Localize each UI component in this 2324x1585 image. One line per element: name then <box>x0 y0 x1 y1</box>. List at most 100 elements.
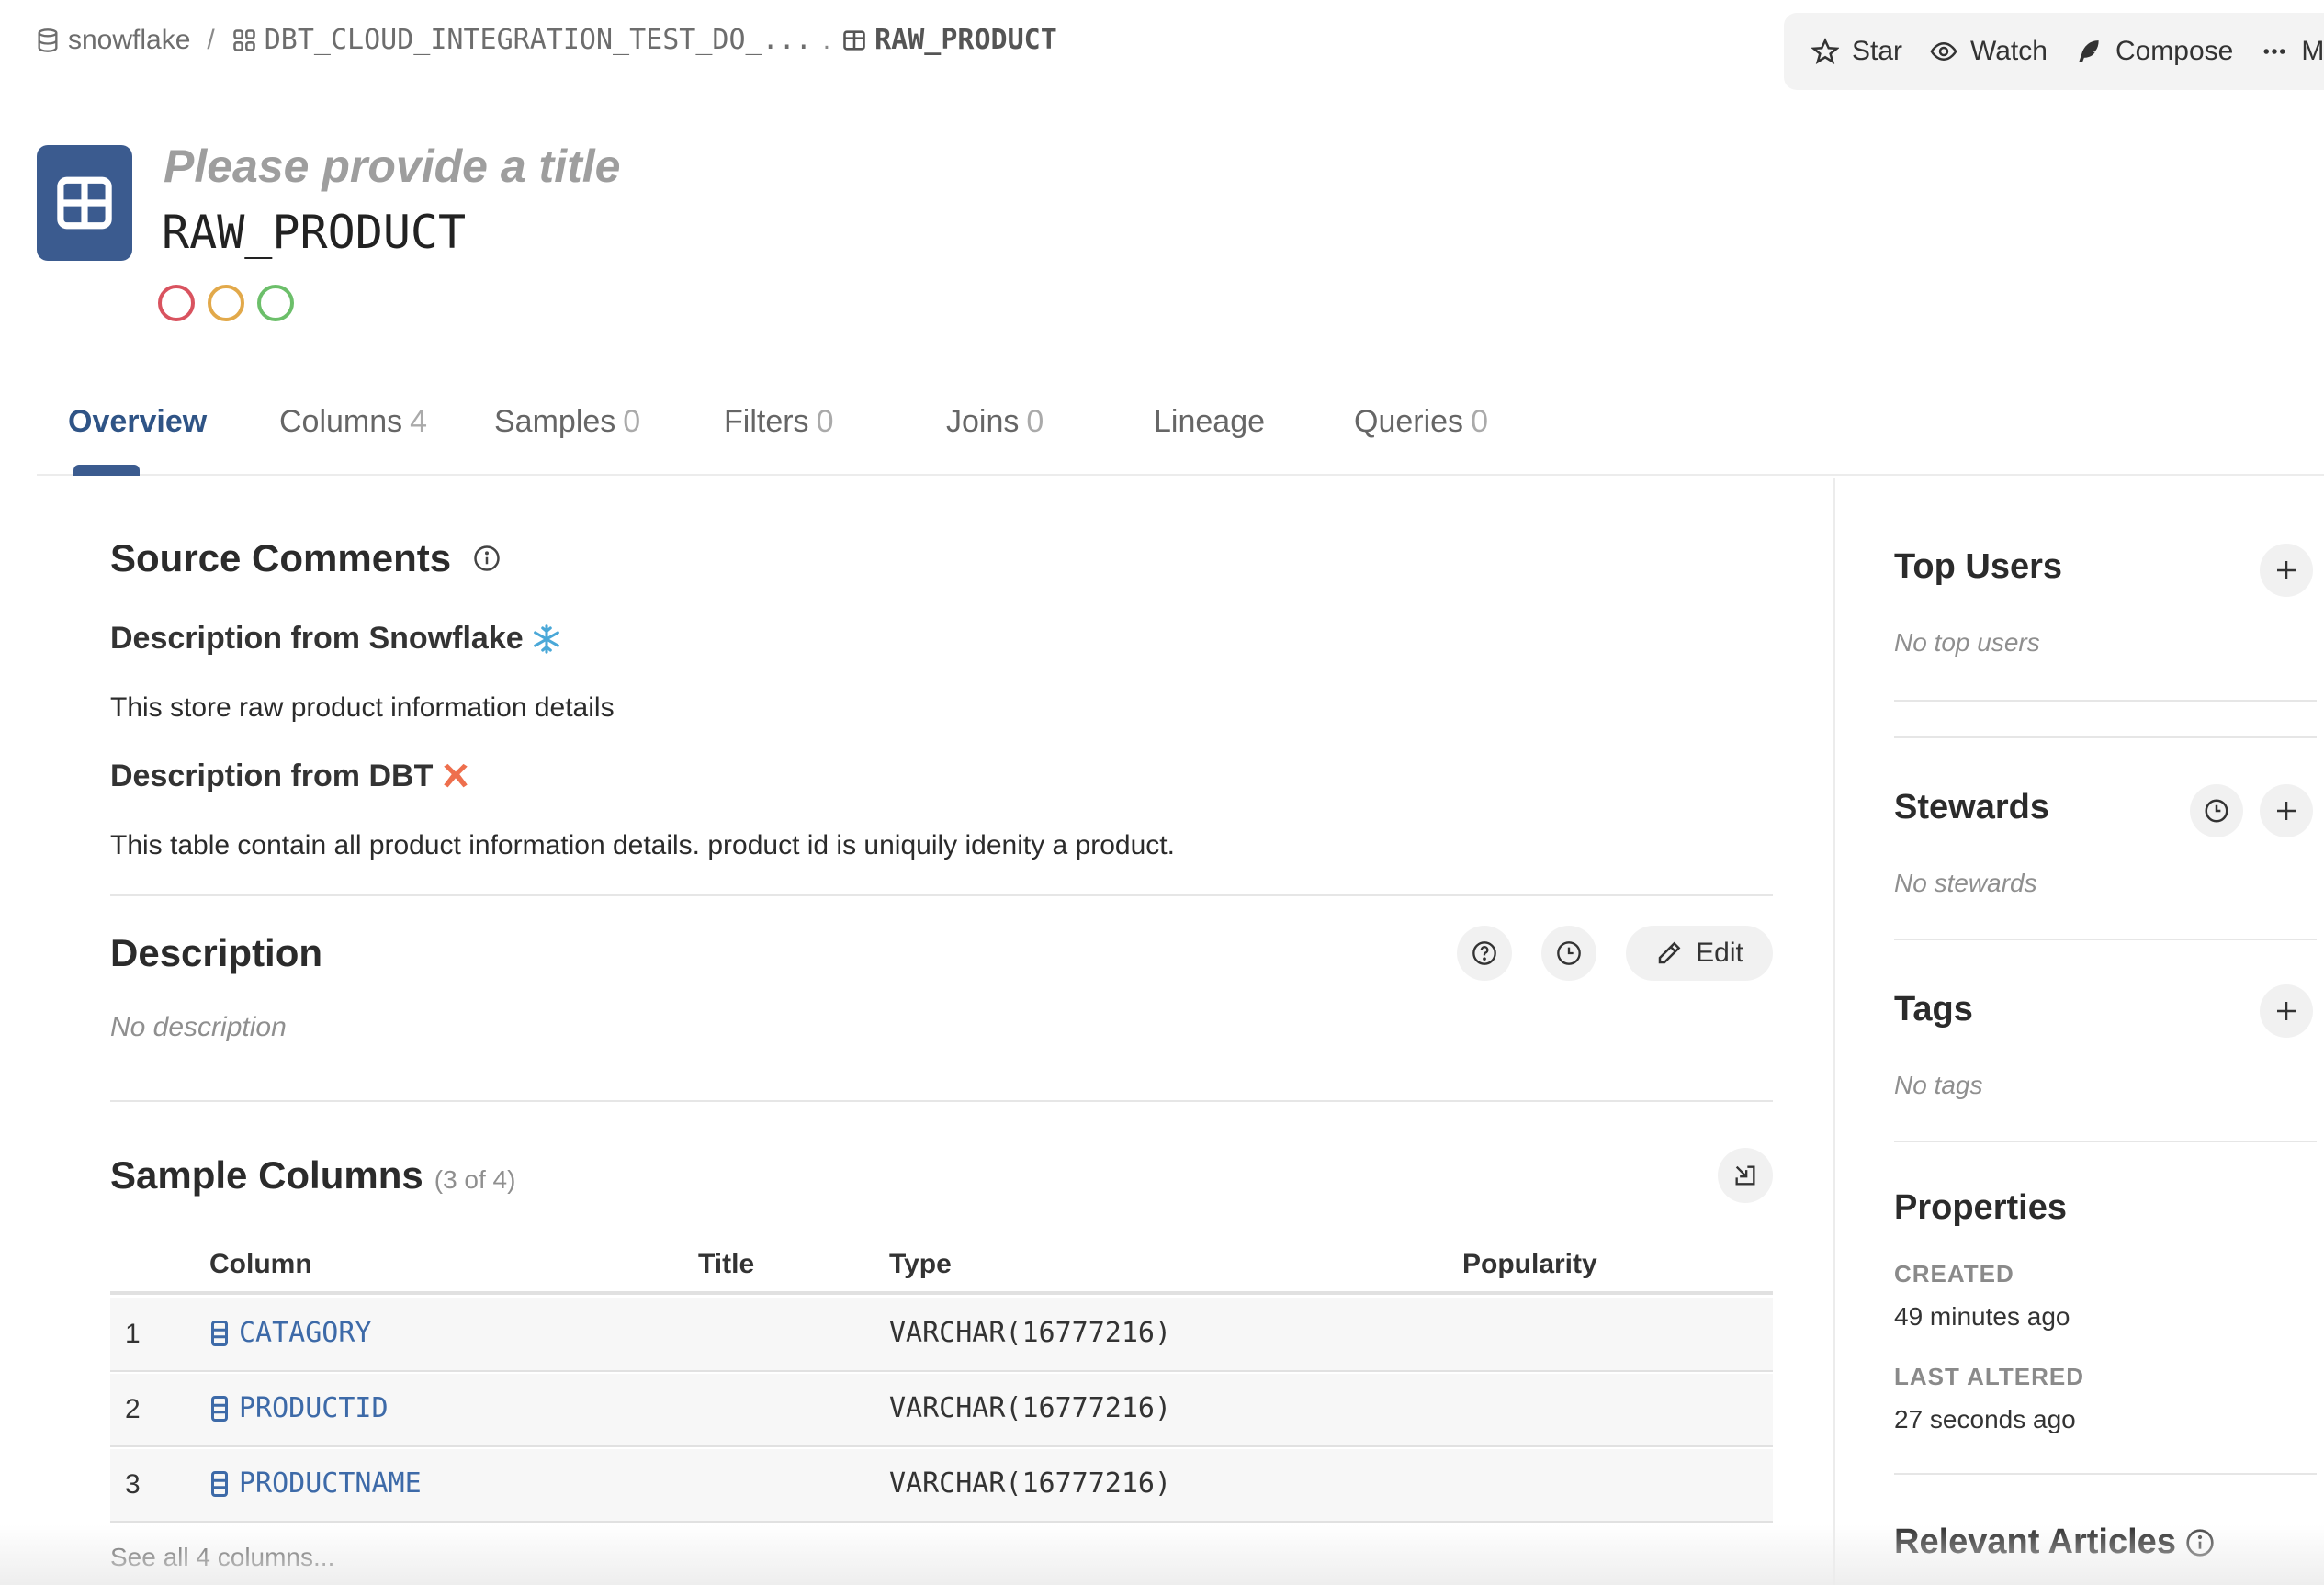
column-header-type[interactable]: Type <box>889 1249 952 1280</box>
right-sidebar: Top Users No top users Stewards No stewa… <box>1833 478 2324 1585</box>
tab-lineage-label: Lineage <box>1154 404 1266 439</box>
column-header-popularity[interactable]: Popularity <box>1462 1249 1597 1280</box>
dbt-heading-label: Description from DBT <box>110 759 434 793</box>
column-link[interactable]: PRODUCTID <box>209 1392 389 1424</box>
see-all-columns-link[interactable]: See all 4 columns... <box>110 1543 334 1572</box>
clock-icon <box>2205 799 2228 823</box>
tab-lineage[interactable]: Lineage <box>1154 404 1265 440</box>
snowflake-icon <box>533 624 559 654</box>
column-link[interactable]: PRODUCTNAME <box>209 1467 422 1500</box>
plus-icon <box>2277 802 2296 820</box>
description-empty: No description <box>110 1012 287 1042</box>
info-icon[interactable] <box>2185 1528 2215 1557</box>
tab-filters[interactable]: Filters 0 <box>724 404 833 440</box>
help-icon <box>1472 941 1496 965</box>
column-header-column[interactable]: Column <box>209 1249 312 1280</box>
created-value: 49 minutes ago <box>1894 1302 2070 1331</box>
top-users-title: Top Users <box>1894 547 2063 586</box>
column-icon <box>211 1320 228 1346</box>
tab-joins[interactable]: Joins 0 <box>946 404 1044 440</box>
edit-label: Edit <box>1696 938 1743 968</box>
column-icon <box>211 1470 228 1497</box>
row-number: 1 <box>125 1319 141 1349</box>
database-icon <box>38 28 58 52</box>
compose-label: Compose <box>2115 36 2234 66</box>
table-icon <box>843 29 865 51</box>
tab-queries[interactable]: Queries 0 <box>1354 404 1488 440</box>
star-button[interactable]: Star <box>1811 36 1902 67</box>
star-label: Star <box>1852 36 1903 66</box>
add-top-user-button[interactable] <box>2260 544 2313 597</box>
divider <box>1894 1473 2317 1475</box>
breadcrumb: snowflake / DBT_CLOUD_INTEGRATION_TEST_D… <box>35 24 1057 56</box>
top-users-empty: No top users <box>1894 628 2040 657</box>
status-dot-red[interactable] <box>158 285 195 321</box>
history-button[interactable] <box>1541 926 1596 981</box>
sample-columns-title: Sample Columns <box>110 1153 423 1197</box>
column-type: VARCHAR(16777216) <box>889 1467 1172 1500</box>
tab-queries-count: 0 <box>1471 404 1488 439</box>
divider <box>1894 736 2317 738</box>
dbt-description-heading: Description from DBT <box>110 759 471 794</box>
compose-button[interactable]: Compose <box>2075 36 2233 67</box>
title-input[interactable]: Please provide a title <box>164 140 620 193</box>
tab-samples[interactable]: Samples 0 <box>494 404 640 440</box>
row-number: 2 <box>125 1394 141 1424</box>
tab-filters-count: 0 <box>816 404 834 439</box>
add-tag-button[interactable] <box>2260 984 2313 1038</box>
snowflake-description-heading: Description from Snowflake <box>110 621 562 657</box>
snowflake-heading-label: Description from Snowflake <box>110 621 524 656</box>
status-dot-green[interactable] <box>257 285 294 321</box>
last-altered-value: 27 seconds ago <box>1894 1405 2076 1433</box>
column-icon <box>211 1395 228 1422</box>
watch-button[interactable]: Watch <box>1930 36 2048 67</box>
column-name: PRODUCTNAME <box>239 1467 422 1500</box>
status-dot-yellow[interactable] <box>208 285 244 321</box>
object-name: RAW_PRODUCT <box>162 206 467 259</box>
tags-empty: No tags <box>1894 1071 1983 1099</box>
stewards-title: Stewards <box>1894 788 2049 826</box>
info-icon[interactable] <box>473 545 501 572</box>
breadcrumb-current: RAW_PRODUCT <box>841 24 1057 56</box>
breadcrumb-schema[interactable]: DBT_CLOUD_INTEGRATION_TEST_DO_... <box>231 24 812 56</box>
table-row: 3 PRODUCTNAME VARCHAR(16777216) <box>110 1449 1773 1523</box>
column-header-title[interactable]: Title <box>698 1249 754 1280</box>
breadcrumb-source[interactable]: snowflake <box>35 25 190 56</box>
column-type: VARCHAR(16777216) <box>889 1392 1172 1424</box>
stewards-history-button[interactable] <box>2190 784 2243 837</box>
tab-overview[interactable]: Overview <box>68 404 207 440</box>
plus-icon <box>2277 561 2296 579</box>
tab-samples-count: 0 <box>623 404 641 439</box>
source-comments-title: Source Comments <box>110 536 452 579</box>
sample-columns-count: (3 of 4) <box>434 1165 516 1194</box>
edit-button[interactable]: Edit <box>1626 926 1773 981</box>
tab-overview-label: Overview <box>68 404 208 439</box>
breadcrumb-schema-label: DBT_CLOUD_INTEGRATION_TEST_DO_... <box>264 24 812 56</box>
expand-columns-button[interactable] <box>1718 1148 1773 1203</box>
divider <box>1894 1141 2317 1142</box>
pencil-icon <box>1658 941 1681 964</box>
stewards-empty: No stewards <box>1894 869 2037 897</box>
relevant-articles-heading: Relevant Articles <box>1894 1523 2215 1562</box>
tab-columns[interactable]: Columns 4 <box>279 404 427 440</box>
divider <box>1894 939 2317 940</box>
eye-icon <box>1930 41 1957 62</box>
watch-label: Watch <box>1970 36 2048 66</box>
last-altered-label: LAST ALTERED <box>1894 1363 2084 1390</box>
tab-filters-label: Filters <box>724 404 809 439</box>
dbt-icon <box>444 763 468 787</box>
column-type: VARCHAR(16777216) <box>889 1317 1172 1349</box>
plus-icon <box>2277 1002 2296 1020</box>
table-row: 1 CATAGORY VARCHAR(16777216) <box>110 1298 1773 1372</box>
more-button[interactable]: Mo <box>2261 36 2324 67</box>
table-header: Column Title Type Popularity <box>110 1240 1773 1295</box>
properties-title: Properties <box>1894 1188 2067 1227</box>
add-steward-button[interactable] <box>2260 784 2313 837</box>
tab-queries-label: Queries <box>1354 404 1464 439</box>
table-icon <box>57 176 112 230</box>
help-button[interactable] <box>1457 926 1512 981</box>
schema-icon <box>232 28 255 51</box>
source-comments-heading: Source Comments <box>110 536 501 580</box>
column-link[interactable]: CATAGORY <box>209 1317 372 1349</box>
active-tab-indicator <box>73 465 140 476</box>
